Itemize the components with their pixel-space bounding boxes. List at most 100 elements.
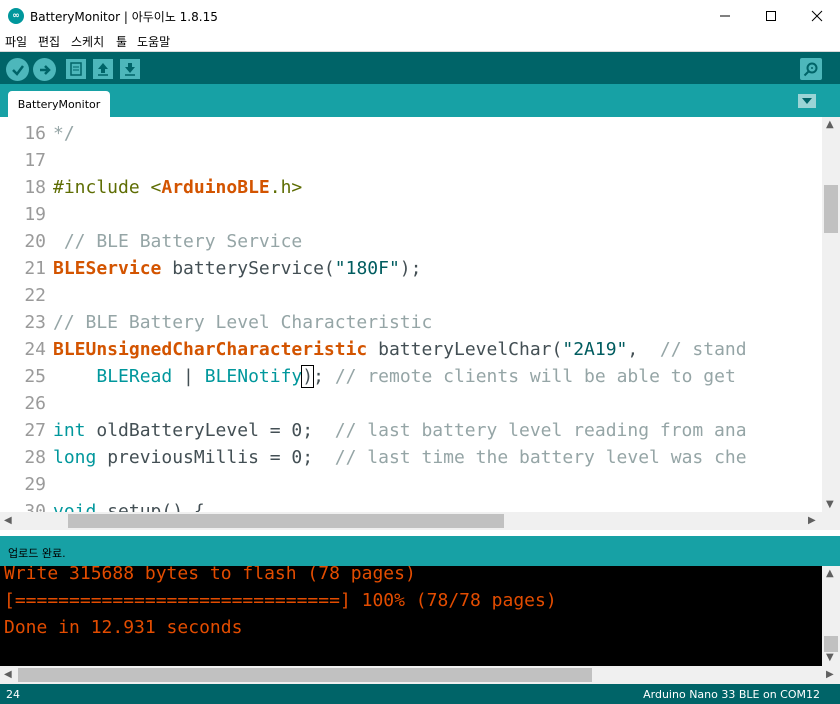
maximize-button[interactable] [748, 0, 794, 31]
line-number: 21 [24, 258, 46, 279]
save-icon [125, 63, 135, 76]
console-hscroll-thumb[interactable] [18, 668, 592, 682]
code-line: 19 [0, 201, 822, 228]
code-token: // remote clients will be able to get [334, 366, 736, 387]
line-number: 28 [24, 447, 46, 468]
console-line: Done in 12.931 seconds [4, 617, 243, 638]
line-number: 18 [24, 177, 46, 198]
console-output[interactable]: Write 315688 bytes to flash (78 pages) [… [0, 566, 840, 684]
code-token: // BLE Battery Level Characteristic [53, 312, 433, 333]
line-number: 22 [24, 285, 46, 306]
line-number: 17 [24, 150, 46, 171]
toolbar [0, 51, 840, 84]
line-number: 20 [24, 231, 46, 252]
scroll-left-icon[interactable]: ◀ [4, 515, 12, 526]
scroll-down-icon[interactable]: ▼ [826, 652, 834, 663]
scroll-down-icon[interactable]: ▼ [826, 499, 834, 510]
console-line: [==============================] 100% (7… [4, 590, 557, 611]
console-vscroll-thumb[interactable] [824, 636, 838, 652]
status-message: 업로드 완료. [8, 547, 66, 560]
maximize-icon [766, 10, 776, 21]
scroll-right-icon[interactable]: ▶ [808, 515, 816, 526]
code-line: 28 long previousMillis = 0; // last time … [0, 444, 822, 471]
code-token: */ [53, 123, 75, 144]
editor-hscroll-thumb[interactable] [68, 514, 504, 528]
menu-sketch[interactable]: 스케치 [71, 33, 104, 50]
code-token: batteryService( [161, 258, 335, 279]
editor-vscroll-thumb[interactable] [824, 185, 838, 233]
save-button[interactable] [120, 59, 140, 79]
code-text: #include <ArduinoBLE.h> [53, 174, 302, 201]
code-text: // BLE Battery Level Characteristic [53, 309, 432, 336]
verify-button[interactable] [6, 58, 29, 81]
code-text: long previousMillis = 0; // last time th… [53, 444, 747, 471]
code-token: | [172, 366, 205, 387]
scroll-up-icon[interactable]: ▲ [826, 119, 834, 130]
code-token: int [53, 420, 86, 441]
code-token: BLEUnsignedCharCharacteristic [53, 339, 368, 360]
code-token: .h> [269, 177, 303, 198]
scroll-up-icon[interactable]: ▲ [826, 568, 834, 579]
status-strip: 업로드 완료. [0, 536, 840, 566]
minimize-button[interactable] [702, 0, 748, 31]
menu-help[interactable]: 도움말 [137, 33, 170, 50]
arduino-logo-icon: ∞ [8, 8, 24, 24]
code-line: 25 BLERead | BLENotify); // remote clien… [0, 363, 822, 390]
code-line: 20 // BLE Battery Service [0, 228, 822, 255]
code-line: 18 #include <ArduinoBLE.h> [0, 174, 822, 201]
code-token: // last battery level reading from ana [334, 420, 747, 441]
code-token: "2A19" [562, 339, 628, 360]
current-line-number: 24 [6, 688, 20, 701]
new-sketch-button[interactable] [66, 59, 86, 79]
menu-file[interactable]: 파일 [5, 33, 27, 50]
code-token: BLEService [53, 258, 162, 279]
code-token: // BLE Battery Service [53, 231, 303, 252]
menu-edit[interactable]: 편집 [38, 33, 60, 50]
cursor-bracket: ) [301, 365, 315, 388]
minimize-icon [720, 15, 730, 16]
code-token: previousMillis = 0; [96, 447, 335, 468]
code-token: oldBatteryLevel = 0; [85, 420, 335, 441]
tab-label: BatteryMonitor [17, 97, 101, 111]
code-text: */ [53, 120, 75, 147]
arrow-right-icon [39, 64, 51, 75]
line-number: 19 [24, 204, 46, 225]
title-bar: ∞ BatteryMonitor | 아두이노 1.8.15 [0, 0, 840, 31]
code-line: 24 BLEUnsignedCharCharacteristic batteryL… [0, 336, 822, 363]
close-button[interactable] [794, 0, 840, 31]
line-number: 23 [24, 312, 46, 333]
menu-tools[interactable]: 툴 [116, 33, 127, 50]
scroll-left-icon[interactable]: ◀ [4, 669, 12, 680]
code-token: // last time the battery level was che [334, 447, 747, 468]
code-editor[interactable]: 16 */ 17 18 #include <ArduinoBLE.h> 19 20 // B… [0, 117, 840, 530]
menu-bar: 파일 편집 스케치 툴 도움말 [0, 31, 840, 51]
line-number: 26 [24, 393, 46, 414]
code-line: 21 BLEService batteryService("180F"); [0, 255, 822, 282]
open-icon [98, 63, 108, 76]
code-token: BLENotify [204, 366, 303, 387]
close-icon [811, 10, 823, 21]
code-line: 26 [0, 390, 822, 417]
editor-horizontal-scrollbar[interactable]: ◀ ▶ [0, 512, 822, 530]
code-token: #include < [53, 177, 162, 198]
serial-monitor-button[interactable] [800, 58, 822, 80]
window-title: BatteryMonitor | 아두이노 1.8.15 [30, 10, 218, 24]
chevron-down-icon [802, 98, 812, 104]
board-port-info: Arduino Nano 33 BLE on COM12 [643, 688, 820, 701]
code-token: batteryLevelChar( [367, 339, 563, 360]
code-text: // BLE Battery Service [53, 228, 302, 255]
open-button[interactable] [93, 59, 113, 79]
console-vertical-scrollbar[interactable]: ▲ ▼ [822, 566, 840, 666]
tab-menu-button[interactable] [798, 94, 816, 108]
code-token: ; [313, 366, 335, 387]
code-token: long [53, 447, 97, 468]
scroll-right-icon[interactable]: ▶ [826, 669, 834, 680]
magnifier-icon [803, 62, 818, 77]
upload-button[interactable] [33, 58, 56, 81]
tab-batterymonitor[interactable]: BatteryMonitor [8, 91, 110, 117]
line-number: 24 [24, 339, 46, 360]
tab-strip: BatteryMonitor [0, 84, 840, 117]
line-number: 16 [24, 123, 46, 144]
console-horizontal-scrollbar[interactable]: ◀ ▶ [0, 666, 840, 684]
editor-vertical-scrollbar[interactable]: ▲ ▼ [822, 117, 840, 530]
